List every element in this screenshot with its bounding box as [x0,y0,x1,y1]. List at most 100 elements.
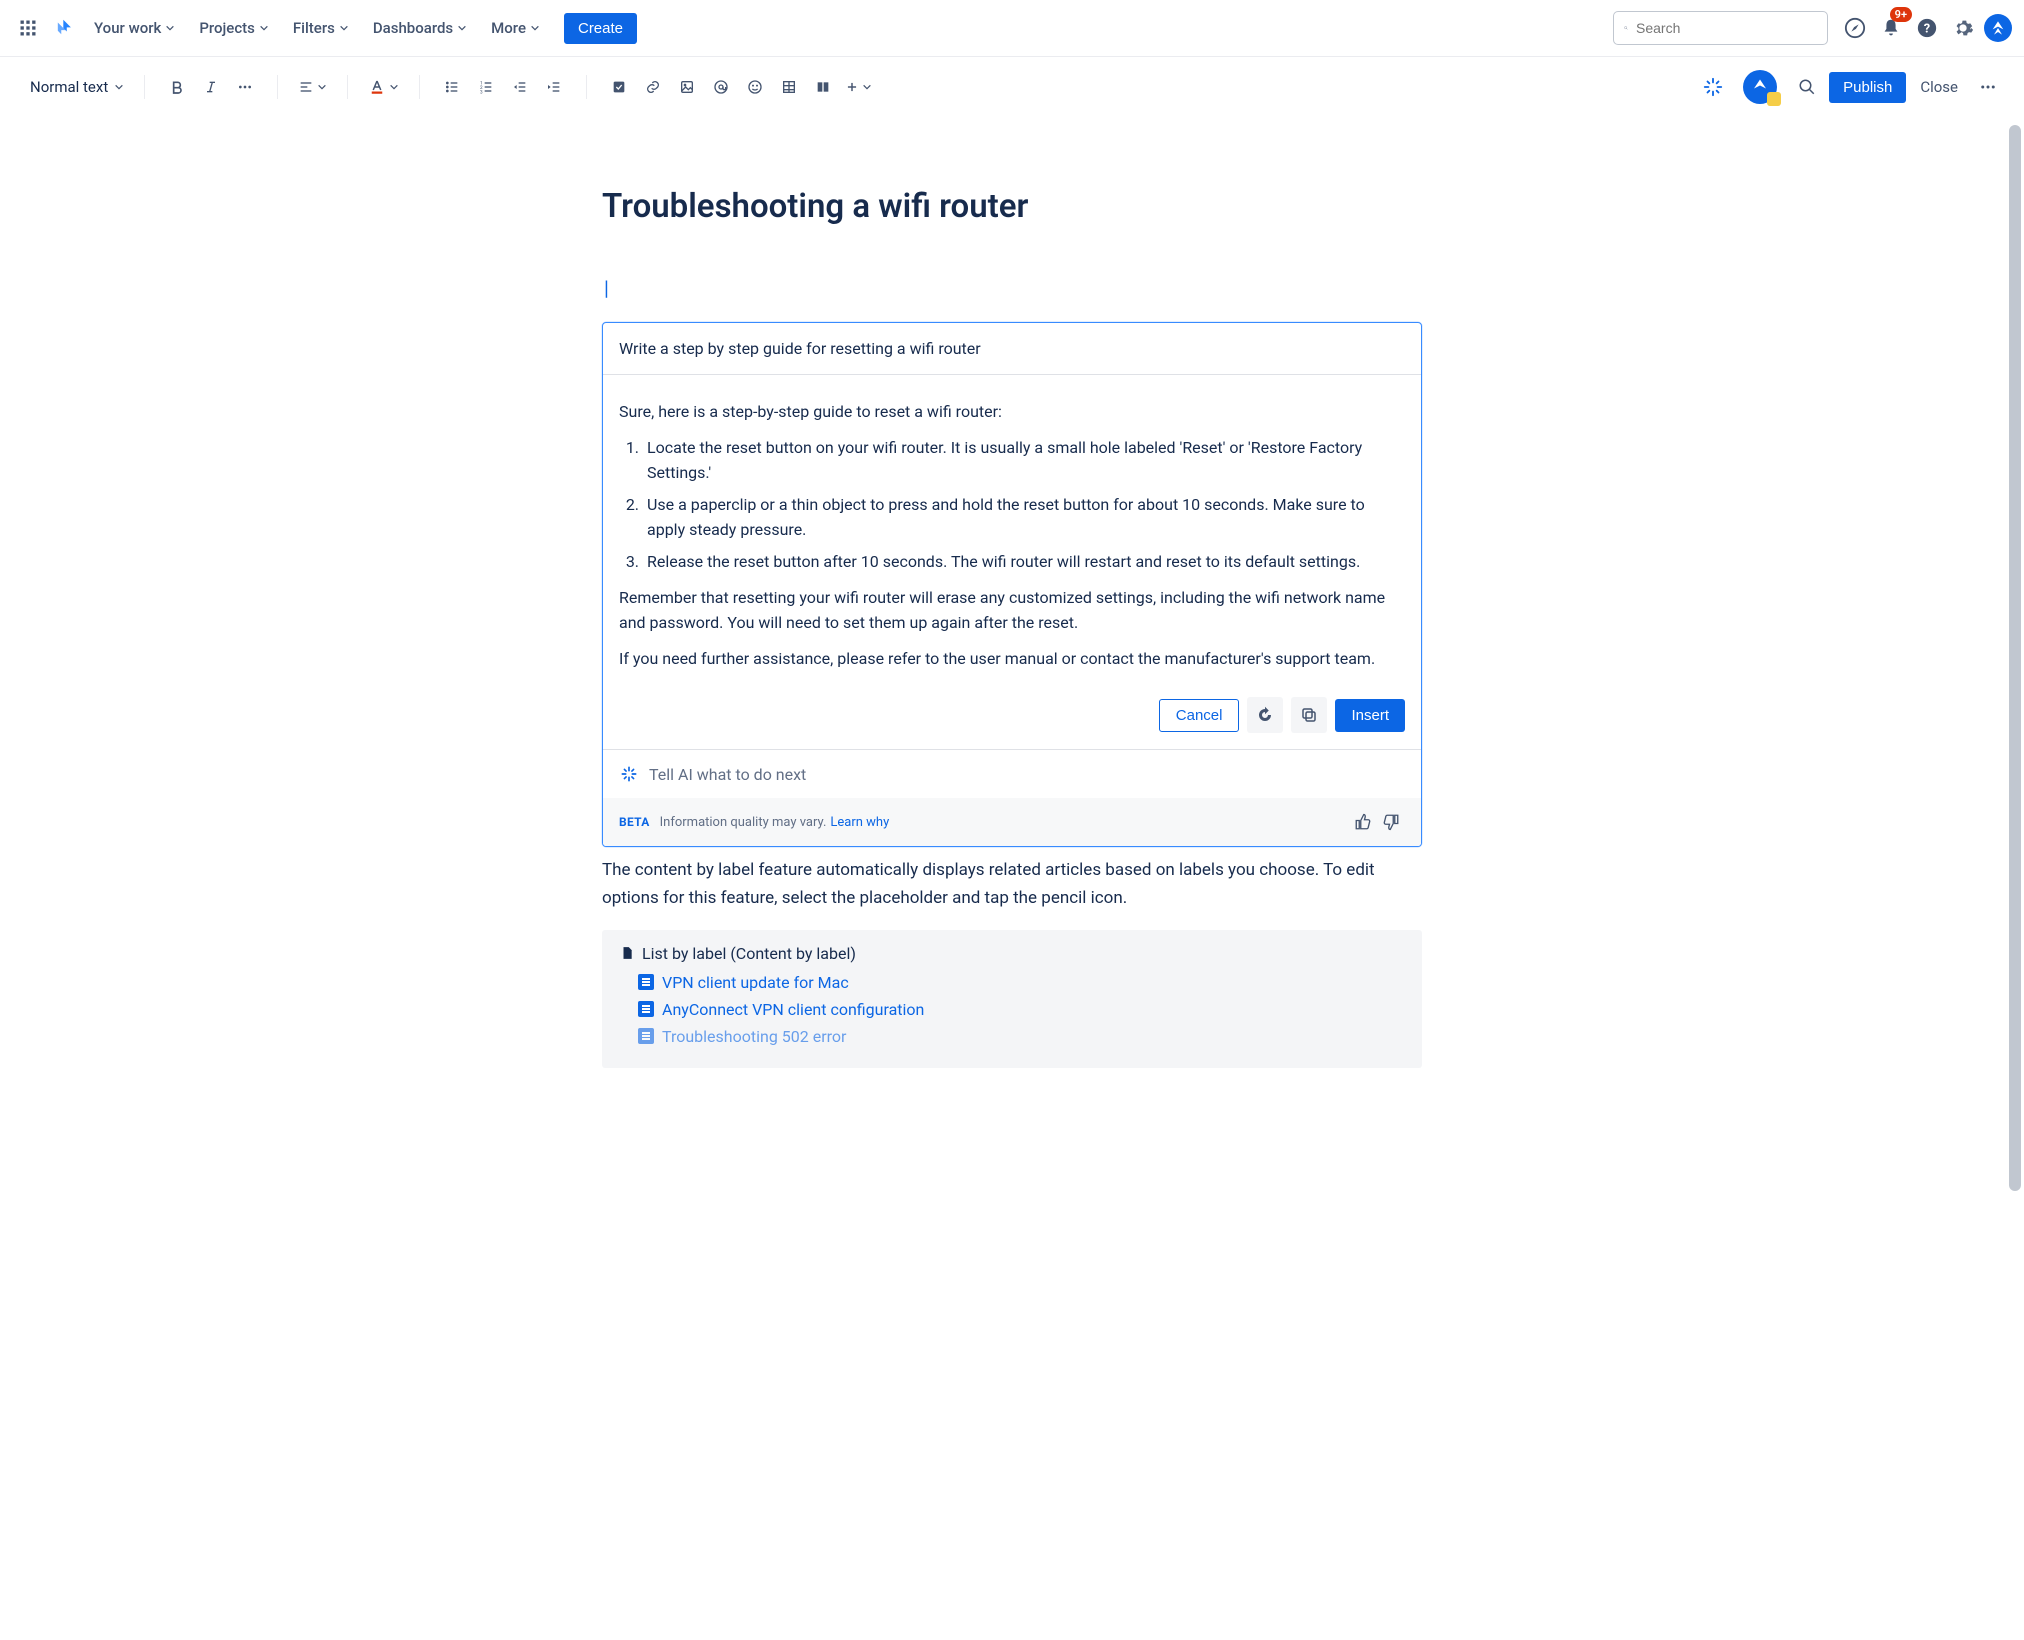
bullet-list-button[interactable] [436,71,468,103]
ai-note: Remember that resetting your wifi router… [619,585,1405,636]
discover-icon[interactable] [1840,13,1870,43]
nav-more[interactable]: More [481,13,550,43]
macro-link[interactable]: AnyConnect VPN client configuration [638,1000,1404,1019]
chevron-down-icon [389,82,399,92]
alignment-dropdown[interactable] [294,71,331,103]
chevron-down-icon [114,82,124,92]
chevron-down-icon [317,82,327,92]
numbered-list-button[interactable]: 123 [470,71,502,103]
ai-note: If you need further assistance, please r… [619,646,1405,672]
thumbs-up-button[interactable] [1349,808,1377,836]
nav-label: Your work [94,19,161,37]
ai-panel: Write a step by step guide for resetting… [602,322,1422,847]
more-actions-button[interactable] [1972,71,2004,103]
jira-logo-icon[interactable] [48,12,80,44]
notification-badge: 9+ [1890,7,1912,22]
macro-link[interactable]: VPN client update for Mac [638,973,1404,992]
chevron-down-icon [530,23,540,33]
chevron-down-icon [862,82,872,92]
chevron-down-icon [165,23,175,33]
notifications-icon[interactable]: 9+ [1876,13,1906,43]
learn-why-link[interactable]: Learn why [830,815,889,830]
app-switcher-icon[interactable] [12,12,44,44]
macro-link-text: AnyConnect VPN client configuration [662,1000,924,1019]
search-icon [1624,20,1628,36]
indent-button[interactable] [538,71,570,103]
page-icon [620,945,634,961]
text-color-dropdown[interactable] [364,71,403,103]
editor-avatar[interactable] [1743,70,1777,104]
text-style-label: Normal text [24,78,114,96]
outdent-button[interactable] [504,71,536,103]
user-avatar[interactable] [1984,14,2012,42]
retry-button[interactable] [1247,697,1283,733]
ai-assist-button[interactable] [1697,71,1729,103]
find-replace-button[interactable] [1791,71,1823,103]
editor-toolbar: Normal text 123 [0,57,2024,117]
macro-title: List by label (Content by label) [642,944,856,963]
document-icon [638,1028,654,1044]
publish-button[interactable]: Publish [1829,72,1906,103]
close-button[interactable]: Close [1912,78,1966,96]
svg-text:?: ? [1924,22,1930,37]
ai-intro: Sure, here is a step-by-step guide to re… [619,399,1405,425]
emoji-button[interactable] [739,71,771,103]
macro-link-text: Troubleshooting 502 error [662,1027,846,1046]
bold-button[interactable] [161,71,193,103]
insert-dropdown[interactable] [841,71,876,103]
image-button[interactable] [671,71,703,103]
search-field[interactable] [1636,20,1817,36]
text-style-dropdown[interactable]: Normal text [20,71,128,103]
nav-label: Projects [199,19,255,37]
settings-icon[interactable] [1948,13,1978,43]
ai-prompt: Write a step by step guide for resetting… [603,323,1421,375]
nav-dashboards[interactable]: Dashboards [363,13,477,43]
editor-content[interactable]: Troubleshooting a wifi router | Write a … [602,117,1422,1108]
table-button[interactable] [773,71,805,103]
link-button[interactable] [637,71,669,103]
macro-title-row: List by label (Content by label) [620,944,1404,963]
search-input[interactable] [1613,11,1828,45]
text-cursor: | [604,276,1422,302]
content-by-label-macro[interactable]: List by label (Content by label) VPN cli… [602,930,1422,1068]
page-title[interactable]: Troubleshooting a wifi router [602,187,1422,226]
thumbs-down-button[interactable] [1377,808,1405,836]
nav-projects[interactable]: Projects [189,13,279,43]
nav-label: Dashboards [373,19,453,37]
top-nav: Your work Projects Filters Dashboards Mo… [0,0,2024,57]
nav-filters[interactable]: Filters [283,13,359,43]
svg-text:3: 3 [480,90,483,95]
beta-tag: BETA [619,815,650,829]
macro-link[interactable]: Troubleshooting 502 error [638,1027,1404,1046]
body-paragraph[interactable]: The content by label feature automatical… [602,857,1422,911]
chevron-down-icon [259,23,269,33]
scrollbar[interactable] [2009,125,2021,1191]
ai-response: Sure, here is a step-by-step guide to re… [603,375,1421,697]
document-icon [638,1001,654,1017]
nav-label: Filters [293,19,335,37]
cancel-button[interactable]: Cancel [1159,699,1240,732]
help-icon[interactable]: ? [1912,13,1942,43]
insert-button[interactable]: Insert [1335,699,1405,732]
ai-followup-input[interactable]: Tell AI what to do next [603,749,1421,798]
mention-button[interactable] [705,71,737,103]
create-button[interactable]: Create [564,13,637,44]
nav-your-work[interactable]: Your work [84,13,185,43]
italic-button[interactable] [195,71,227,103]
layouts-button[interactable] [807,71,839,103]
avatar-status-badge [1767,92,1781,106]
document-icon [638,974,654,990]
ai-footer: BETA Information quality may vary. Learn… [603,798,1421,846]
macro-link-text: VPN client update for Mac [662,973,849,992]
chevron-down-icon [457,23,467,33]
ai-followup-placeholder: Tell AI what to do next [649,765,806,784]
more-formatting-button[interactable] [229,71,261,103]
ai-step: Release the reset button after 10 second… [643,549,1405,575]
ai-actions: Cancel Insert [603,697,1421,749]
nav-label: More [491,19,526,37]
ai-disclaimer: Information quality may vary. [660,815,827,830]
copy-button[interactable] [1291,697,1327,733]
action-item-button[interactable] [603,71,635,103]
ai-step: Use a paperclip or a thin object to pres… [643,492,1405,543]
ai-sparkle-icon [619,764,639,784]
